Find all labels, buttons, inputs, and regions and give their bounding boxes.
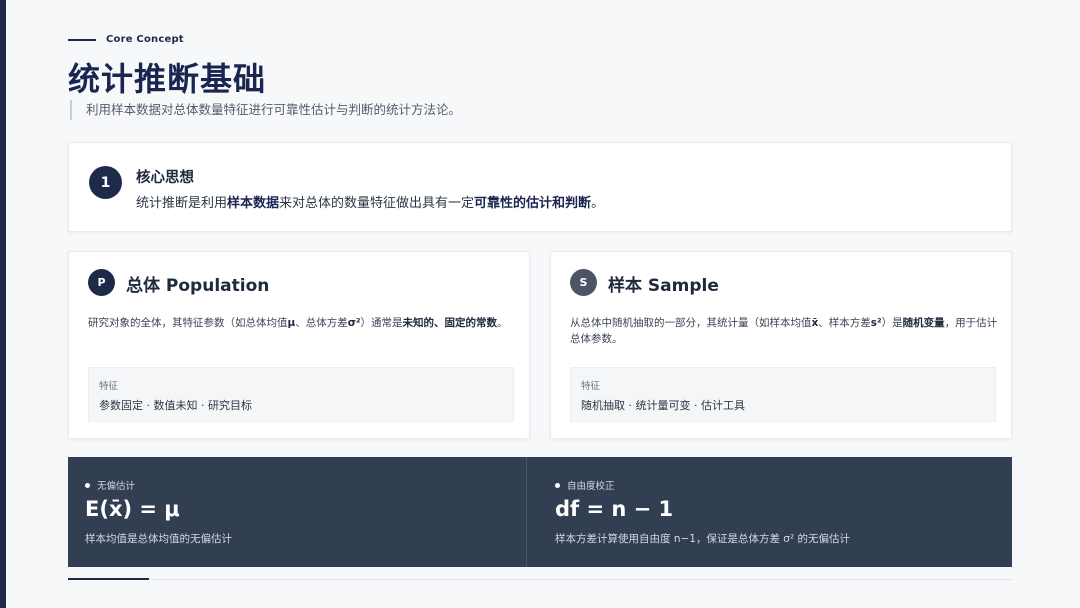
core-text-part: 统计推断是利用 [136, 196, 228, 211]
formula-tag-text: 自由度校正 [567, 481, 615, 492]
population-title: 总体 Population [126, 276, 270, 296]
desc-part: 研究对象的全体，其特征参数（如总体均值 [88, 317, 288, 329]
desc-part: ）是 [881, 317, 903, 329]
page-subtitle: 利用样本数据对总体数量特征进行可靠性估计与判断的统计方法论。 [70, 100, 461, 120]
formula-tag: 自由度校正 [555, 478, 615, 492]
formula-note: 样本均值是总体均值的无偏估计 [85, 533, 232, 545]
formula-panel: 无偏估计 E(x̄) = μ 样本均值是总体均值的无偏估计 自由度校正 df =… [68, 457, 1012, 567]
core-text-bold: 样本数据 [227, 196, 280, 211]
left-accent-bar [0, 0, 6, 608]
unbiased-estimate-column: 无偏估计 E(x̄) = μ 样本均值是总体均值的无偏估计 [68, 457, 526, 567]
feature-label: 特征 [581, 381, 601, 392]
feature-value: 参数固定 · 数值未知 · 研究目标 [99, 399, 252, 412]
population-feature-box: 特征 参数固定 · 数值未知 · 研究目标 [88, 367, 514, 422]
bottom-accent-line [68, 578, 149, 580]
page-title: 统计推断基础 [68, 60, 267, 98]
number-badge: 1 [89, 166, 122, 199]
eyebrow: Core Concept [68, 34, 184, 45]
bullet-dot-icon [85, 482, 90, 488]
core-text-bold: 可靠性的估计和判断 [474, 196, 592, 211]
desc-bold: 未知的、固定的常数 [402, 317, 498, 329]
desc-part: 、总体方差 [295, 317, 348, 329]
formula-expected-value: E(x̄) = μ [85, 497, 180, 521]
core-idea-text: 统计推断是利用样本数据来对总体的数量特征做出具有一定可靠性的估计和判断。 [136, 192, 604, 211]
bullet-dot-icon [555, 482, 560, 488]
sample-card: S 样本 Sample 从总体中随机抽取的一部分，其统计量（如样本均值x̄、样本… [550, 251, 1012, 439]
core-idea-title: 核心思想 [136, 170, 194, 186]
desc-part: ）通常是 [360, 317, 403, 329]
feature-value: 随机抽取 · 统计量可变 · 估计工具 [581, 399, 745, 412]
sample-description: 从总体中随机抽取的一部分，其统计量（如样本均值x̄、样本方差s²）是随机变量，用… [570, 315, 998, 347]
formula-note: 样本方差计算使用自由度 n−1，保证是总体方差 σ² 的无偏估计 [555, 533, 851, 545]
sample-title: 样本 Sample [608, 276, 719, 296]
sample-feature-box: 特征 随机抽取 · 统计量可变 · 估计工具 [570, 367, 996, 422]
formula-tag: 无偏估计 [85, 478, 135, 492]
desc-part: 。 [497, 317, 508, 329]
desc-part: 从总体中随机抽取的一部分，其统计量（如样本均值 [570, 317, 812, 329]
formula-degrees-of-freedom: df = n − 1 [555, 497, 674, 521]
population-card: P 总体 Population 研究对象的全体，其特征参数（如总体均值μ、总体方… [68, 251, 530, 439]
core-text-part: 来对总体的数量特征做出具有一定 [279, 196, 475, 211]
feature-label: 特征 [99, 381, 119, 392]
desc-bold: s² [870, 317, 882, 329]
core-text-part: 。 [591, 196, 605, 211]
eyebrow-line [68, 38, 96, 41]
eyebrow-text: Core Concept [106, 34, 184, 45]
core-idea-card: 1 核心思想 统计推断是利用样本数据来对总体的数量特征做出具有一定可靠性的估计和… [68, 142, 1012, 232]
desc-part: 、样本方差 [818, 317, 871, 329]
formula-tag-text: 无偏估计 [97, 481, 136, 492]
desc-bold: σ² [347, 317, 361, 329]
population-p-icon: P [88, 269, 115, 296]
population-description: 研究对象的全体，其特征参数（如总体均值μ、总体方差σ²）通常是未知的、固定的常数… [88, 315, 516, 331]
degrees-of-freedom-column: 自由度校正 df = n − 1 样本方差计算使用自由度 n−1，保证是总体方差… [526, 457, 1012, 567]
sample-s-icon: S [570, 269, 597, 296]
bottom-divider [68, 579, 1012, 580]
desc-bold: 随机变量 [902, 317, 945, 329]
